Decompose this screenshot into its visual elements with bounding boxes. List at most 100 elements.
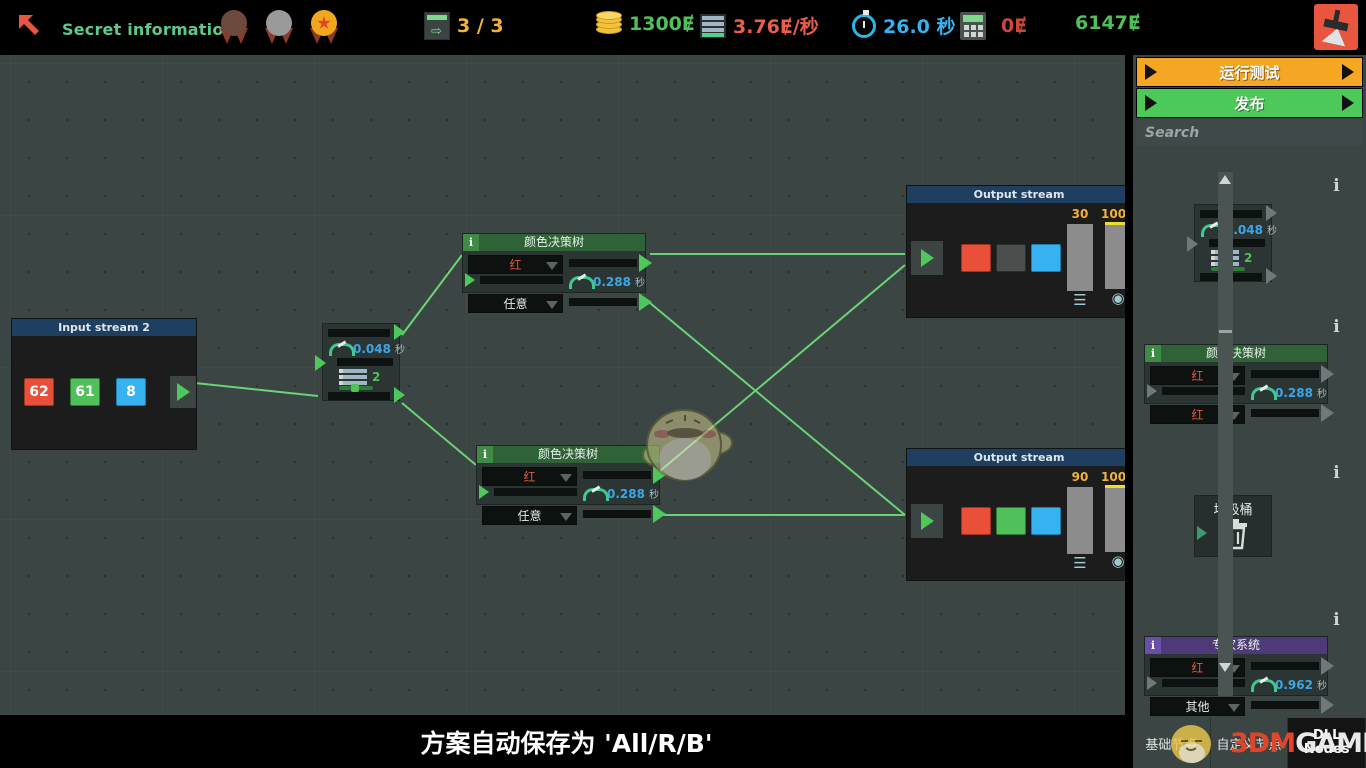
- chick-mascot-icon: [628, 393, 734, 493]
- palette-item-expert-system[interactable]: i i 专家系统 红 0.962 秒 其他: [1136, 608, 1349, 728]
- clear-all-button[interactable]: [1314, 4, 1358, 50]
- decision-tree-input-port[interactable]: [465, 273, 475, 287]
- output-stream-panel[interactable]: Output stream 30 ☰ 100%: [906, 185, 1125, 318]
- search-input[interactable]: [1136, 120, 1363, 146]
- chevron-down-icon: [560, 474, 572, 482]
- splitter-speed-value: 0.048: [353, 341, 391, 356]
- decision-tree-output-port-2[interactable]: [653, 505, 666, 523]
- decision-tree-condition-value: 红: [523, 470, 536, 484]
- tab-dll-nodes[interactable]: DLL Nodes: [1288, 718, 1366, 768]
- speed-gauge-icon: [329, 342, 355, 356]
- palette-expert-system-speed-value: 0.962: [1275, 677, 1313, 692]
- info-icon[interactable]: i: [463, 234, 479, 251]
- splitter-input-port[interactable]: [315, 355, 326, 371]
- palette-decision-tree-speed-unit: 秒: [1316, 389, 1327, 400]
- splitter-slider[interactable]: [339, 384, 373, 392]
- output-swatch: [996, 244, 1026, 272]
- input-stream-output-port[interactable]: [170, 376, 196, 408]
- money-stat: 1300Ɇ: [596, 11, 695, 36]
- palette-splitter-node[interactable]: 0.048 秒 2: [1187, 204, 1277, 284]
- tab-custom-nodes[interactable]: 自定义节点: [1210, 718, 1289, 768]
- decision-tree-title: 颜色决策树: [523, 235, 584, 249]
- info-icon[interactable]: i: [1145, 345, 1161, 362]
- splitter-in-bar: [337, 358, 393, 366]
- decision-tree-else-select[interactable]: 任意: [468, 294, 563, 313]
- output-stream-panel[interactable]: Output stream 90 ☰ 100%: [906, 448, 1125, 581]
- decision-tree-condition-select[interactable]: 红: [482, 467, 577, 486]
- info-icon[interactable]: i: [477, 446, 493, 463]
- watermark-chick-icon: [1168, 722, 1214, 766]
- palette-expert-system-out-2: [1321, 696, 1334, 714]
- palette-scrollbar-track[interactable]: [1218, 172, 1233, 696]
- status-message: 方案自动保存为 'All/R/B': [420, 728, 713, 758]
- level-icon: ⇨: [424, 12, 450, 40]
- decision-tree-else-select[interactable]: 任意: [482, 506, 577, 525]
- chevron-down-icon: [1228, 704, 1240, 712]
- output-accuracy-value: 100%: [1101, 207, 1125, 221]
- palette-decision-tree-speed: 0.288 秒: [1251, 385, 1327, 400]
- input-stream-panel[interactable]: Input stream 2 62 61 8: [11, 318, 197, 450]
- page-title: Secret information: [62, 20, 236, 39]
- scroll-up-button[interactable]: [1219, 175, 1232, 189]
- layers-icon: ☰: [1073, 292, 1087, 309]
- node-palette-list[interactable]: i 0.048 秒 2 i i 颜色决策树 红 0.288 秒 红 i i i …: [1136, 172, 1349, 749]
- palette-splitter-out-2: [1266, 268, 1277, 284]
- input-tile: 62: [24, 378, 54, 406]
- money-value: 1300Ɇ: [629, 13, 695, 35]
- decision-tree-node[interactable]: i 颜色决策树 红 0.288 秒 任意: [462, 233, 652, 313]
- palette-expert-system-node[interactable]: i 专家系统 红 0.962 秒 其他: [1144, 636, 1334, 716]
- gold-medal-icon: [304, 8, 344, 46]
- top-bar: Secret information ⇨ 3 / 3 1300Ɇ 3.76Ɇ/秒…: [0, 0, 1366, 55]
- info-icon[interactable]: i: [1332, 176, 1341, 198]
- palette-scrollbar-thumb[interactable]: [1219, 330, 1232, 333]
- output-count-gauge: 30 ☰: [1063, 207, 1097, 309]
- decision-tree-output-port-1[interactable]: [639, 254, 652, 272]
- info-icon[interactable]: i: [1332, 610, 1341, 632]
- chevron-down-icon: [546, 301, 558, 309]
- palette-splitter-speed-unit: 秒: [1266, 226, 1277, 237]
- rate-value: 3.76Ɇ/秒: [733, 16, 819, 38]
- layers-icon: ☰: [1073, 555, 1087, 572]
- input-stream-title: Input stream 2: [12, 319, 196, 336]
- node-graph-canvas[interactable]: Input stream 2 62 61 8 0.048 秒 2 i 颜色决策树…: [0, 55, 1125, 715]
- palette-item-splitter[interactable]: i 0.048 秒 2: [1136, 172, 1349, 315]
- decision-tree-else-value: 任意: [503, 297, 528, 311]
- palette-decision-tree-title: 颜色决策树: [1205, 346, 1266, 360]
- splitter-count-control[interactable]: 2: [339, 369, 380, 385]
- splitter-output-port-2[interactable]: [394, 387, 405, 403]
- decision-tree-title-bar: i 颜色决策树: [463, 234, 645, 251]
- info-icon[interactable]: i: [1332, 463, 1341, 485]
- palette-trash-node[interactable]: 垃圾桶: [1194, 495, 1272, 557]
- decision-tree-condition-select[interactable]: 红: [468, 255, 563, 274]
- splitter-output-port-1[interactable]: [394, 324, 405, 340]
- output-stream-input-port[interactable]: [911, 241, 943, 275]
- info-icon[interactable]: i: [1145, 637, 1161, 654]
- publish-button[interactable]: 发布: [1136, 88, 1363, 118]
- rate-stat: 3.76Ɇ/秒: [700, 12, 819, 39]
- splitter-node[interactable]: 0.048 秒 2: [315, 323, 405, 403]
- palette-splitter-out-1: [1266, 205, 1277, 221]
- palette-decision-tree-speed-value: 0.288: [1275, 385, 1313, 400]
- back-arrow-icon[interactable]: [16, 12, 48, 44]
- palette-trash-title: 垃圾桶: [1195, 496, 1271, 518]
- output-stream-input-port[interactable]: [911, 504, 943, 538]
- output-count-value: 30: [1071, 207, 1089, 221]
- target-icon: ◉: [1111, 553, 1125, 570]
- speed-gauge-icon: [569, 275, 595, 289]
- palette-decision-tree-node[interactable]: i 颜色决策树 红 0.288 秒 红: [1144, 344, 1334, 424]
- palette-expert-system-in: [1147, 676, 1157, 690]
- balance-value: 6147Ɇ: [1075, 12, 1141, 34]
- decision-tree-in-bar: [480, 276, 563, 284]
- decision-tree-input-port[interactable]: [479, 485, 489, 499]
- palette-trash-in: [1197, 526, 1207, 540]
- cost-value: 0Ɇ: [1001, 15, 1028, 37]
- run-test-button[interactable]: 运行测试: [1136, 57, 1363, 87]
- palette-item-trash[interactable]: i 垃圾桶: [1136, 463, 1349, 608]
- decision-tree-output-port-2[interactable]: [639, 293, 652, 311]
- right-panel: 运行测试 发布 i 0.048 秒: [1133, 55, 1366, 768]
- info-icon[interactable]: i: [1332, 317, 1341, 339]
- play-icon: [1145, 95, 1157, 111]
- scroll-down-button[interactable]: [1219, 663, 1232, 677]
- medals-group: [214, 8, 344, 46]
- palette-item-decision-tree[interactable]: i i 颜色决策树 红 0.288 秒 红: [1136, 315, 1349, 463]
